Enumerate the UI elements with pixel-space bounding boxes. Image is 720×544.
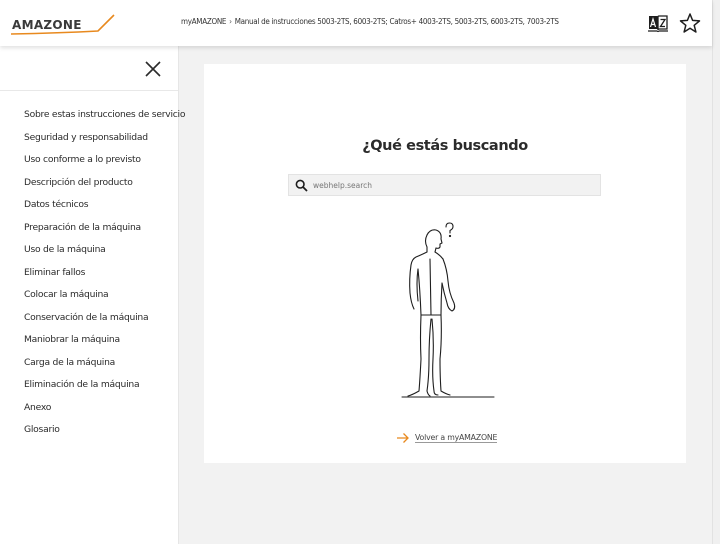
star-icon[interactable] (679, 12, 701, 34)
sidebar-item-colocar[interactable]: Colocar la máquina (0, 289, 178, 312)
sidebar-item-eliminacion[interactable]: Eliminación de la máquina (0, 379, 178, 402)
sidebar-item-uso-maquina[interactable]: Uso de la máquina (0, 244, 178, 267)
sidebar-item-descripcion-producto[interactable]: Descripción del producto (0, 177, 178, 200)
sidebar-item-datos-tecnicos[interactable]: Datos técnicos (0, 199, 178, 222)
close-icon[interactable] (144, 60, 162, 78)
page-title: ¿Qué estás buscando (362, 138, 528, 154)
sidebar-item-sobre-instrucciones[interactable]: Sobre estas instrucciones de servicio (0, 109, 185, 132)
sidebar-item-conservacion[interactable]: Conservación de la máquina (0, 312, 178, 335)
sidebar-item-carga[interactable]: Carga de la máquina (0, 357, 178, 380)
breadcrumb: myAMAZONE › Manual de instrucciones 5003-2… (181, 17, 559, 26)
arrow-right-icon (397, 433, 409, 443)
sidebar-nav: Sobre estas instrucciones de servicio Se… (0, 91, 185, 447)
search-box[interactable] (288, 174, 601, 196)
sidebar-item-uso-conforme[interactable]: Uso conforme a lo previsto (0, 154, 178, 177)
search-card: ¿Qué estás buscando webhelp.search Volve… (204, 64, 686, 463)
sidebar-item-anexo[interactable]: Anexo (0, 402, 178, 425)
sidebar-item-maniobrar[interactable]: Maniobrar la máquina (0, 334, 178, 357)
person-thinking-illustration (401, 222, 495, 398)
sidebar-header (0, 46, 178, 91)
sidebar-item-glosario[interactable]: Glosario (0, 424, 178, 447)
search-icon[interactable] (295, 179, 308, 192)
navigation-sidebar: Sobre estas instrucciones de servicio Se… (0, 46, 185, 544)
language-book-icon[interactable] (647, 12, 669, 34)
sidebar-item-eliminar-fallos[interactable]: Eliminar fallos (0, 267, 178, 290)
breadcrumb-home[interactable]: myAMAZONE (181, 17, 226, 26)
breadcrumb-current: Manual de instrucciones 5003-2TS, 6003-2… (234, 17, 559, 26)
sidebar-item-seguridad[interactable]: Seguridad y responsabilidad (0, 132, 178, 155)
back-link-text: Volver a myAMAZONE (415, 433, 498, 443)
search-input[interactable] (313, 177, 593, 193)
breadcrumb-separator: › (229, 17, 232, 26)
logo-text: AMAZONE (12, 18, 82, 32)
page-scrollbar[interactable] (712, 0, 720, 544)
amazone-logo[interactable]: AMAZONE (10, 12, 116, 38)
top-header: AMAZONE myAMAZONE › Manual de instruccione… (0, 0, 712, 46)
sidebar-item-preparacion[interactable]: Preparación de la máquina (0, 222, 178, 245)
